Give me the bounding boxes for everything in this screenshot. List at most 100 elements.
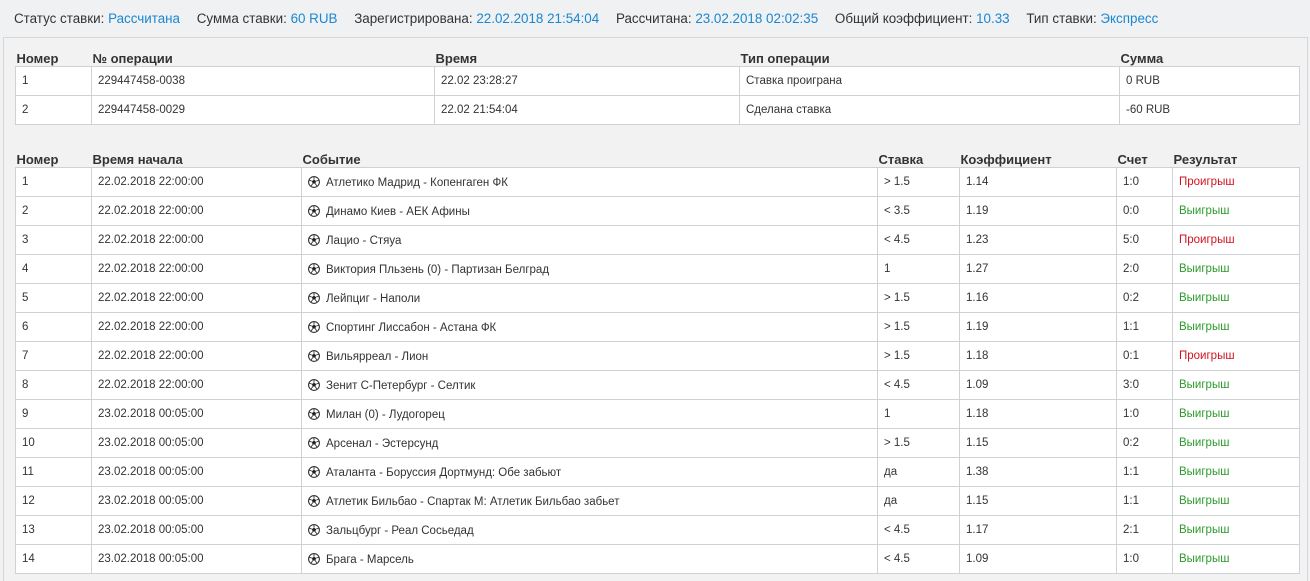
event-bet: > 1.5 bbox=[877, 283, 960, 313]
event-name: Зальцбург - Реал Сосьедад bbox=[301, 515, 878, 545]
op-time: 22.02 21:54:04 bbox=[434, 95, 740, 125]
event-name: Виктория Пльзень (0) - Партизан Белград bbox=[301, 254, 878, 284]
event-name: Лейпциг - Наполи bbox=[301, 283, 878, 313]
event-name: Вильярреал - Лион bbox=[301, 341, 878, 371]
operations-table: Номер № операции Время Тип операции Сумм… bbox=[15, 48, 1300, 125]
bet-settled: Рассчитана: 23.02.2018 02:02:35 bbox=[616, 11, 818, 26]
bet-total-odds-label: Общий коэффициент: bbox=[834, 11, 973, 26]
event-start-time: 22.02.2018 22:00:00 bbox=[91, 167, 302, 197]
event-result: Выигрыш bbox=[1172, 457, 1300, 487]
soccer-ball-icon bbox=[308, 465, 320, 478]
event-result: Выигрыш bbox=[1172, 370, 1300, 400]
event-odds: 1.17 bbox=[959, 515, 1117, 545]
events-col-score: Счет bbox=[1117, 152, 1148, 167]
event-start-time: 23.02.2018 00:05:00 bbox=[91, 515, 302, 545]
event-number: 7 bbox=[15, 341, 92, 371]
event-name: Брага - Марсель bbox=[301, 544, 878, 574]
operation-row: 2 229447458-0029 22.02 21:54:04 Сделана ста… bbox=[15, 95, 1300, 125]
op-type: Ставка проиграна bbox=[739, 66, 1120, 96]
event-result: Выигрыш bbox=[1172, 515, 1300, 545]
event-name: Зенит С-Петербург - Селтик bbox=[301, 370, 878, 400]
event-result: Выигрыш bbox=[1172, 312, 1300, 342]
event-bet: 1 bbox=[877, 399, 960, 429]
event-bet: > 1.5 bbox=[877, 341, 960, 371]
soccer-ball-icon bbox=[308, 523, 320, 536]
event-bet: < 4.5 bbox=[877, 544, 960, 574]
op-number: 2 bbox=[15, 95, 92, 125]
event-bet: < 3.5 bbox=[877, 196, 960, 226]
bet-details-panel: Номер № операции Время Тип операции Сумм… bbox=[3, 37, 1308, 581]
event-number: 10 bbox=[15, 428, 92, 458]
event-number: 6 bbox=[15, 312, 92, 342]
bet-type-label: Тип ставки: bbox=[1026, 11, 1097, 26]
event-number: 9 bbox=[15, 399, 92, 429]
event-number: 12 bbox=[15, 486, 92, 516]
event-bet: < 4.5 bbox=[877, 225, 960, 255]
event-start-time: 22.02.2018 22:00:00 bbox=[91, 283, 302, 313]
event-name: Аталанта - Боруссия Дортмунд: Обе забьют bbox=[301, 457, 878, 487]
event-result: Выигрыш bbox=[1172, 428, 1300, 458]
event-start-time: 22.02.2018 22:00:00 bbox=[91, 370, 302, 400]
event-result: Выигрыш bbox=[1172, 399, 1300, 429]
event-start-time: 23.02.2018 00:05:00 bbox=[91, 486, 302, 516]
event-score: 0:2 bbox=[1116, 428, 1173, 458]
op-sum: 0 RUB bbox=[1119, 66, 1300, 96]
event-name: Лацио - Стяуа bbox=[301, 225, 878, 255]
events-table: Номер Время начала Событие Ставка Коэффи… bbox=[15, 149, 1300, 574]
event-row: 1 22.02.2018 22:00:00 Атлетико Мадрид - Ко… bbox=[15, 167, 1300, 197]
event-row: 7 22.02.2018 22:00:00 Вильярреал - Лион > 1… bbox=[15, 341, 1300, 371]
event-odds: 1.15 bbox=[959, 428, 1117, 458]
event-name: Арсенал - Эстерсунд bbox=[301, 428, 878, 458]
events-col-result: Результат bbox=[1173, 152, 1238, 167]
event-odds: 1.19 bbox=[959, 196, 1117, 226]
event-bet: > 1.5 bbox=[877, 312, 960, 342]
event-odds: 1.14 bbox=[959, 167, 1117, 197]
event-result: Выигрыш bbox=[1172, 283, 1300, 313]
events-col-bet: Ставка bbox=[878, 152, 924, 167]
op-id: 229447458-0029 bbox=[91, 95, 435, 125]
event-row: 8 22.02.2018 22:00:00 Зенит С-Петербург - … bbox=[15, 370, 1300, 400]
event-score: 0:1 bbox=[1116, 341, 1173, 371]
bet-registered-value: 22.02.2018 21:54:04 bbox=[476, 11, 600, 26]
event-result: Выигрыш bbox=[1172, 254, 1300, 284]
event-odds: 1.09 bbox=[959, 544, 1117, 574]
event-odds: 1.15 bbox=[959, 486, 1117, 516]
op-type: Сделана ставка bbox=[739, 95, 1120, 125]
ops-col-time: Время bbox=[435, 51, 478, 66]
event-name-text: Атлетико Мадрид - Копенгаген ФК bbox=[326, 176, 508, 189]
op-sum: -60 RUB bbox=[1119, 95, 1300, 125]
event-score: 5:0 bbox=[1116, 225, 1173, 255]
soccer-ball-icon bbox=[308, 233, 320, 246]
event-odds: 1.16 bbox=[959, 283, 1117, 313]
event-name-text: Аталанта - Боруссия Дортмунд: Обе забьют bbox=[326, 466, 562, 479]
bet-total-odds: Общий коэффициент: 10.33 bbox=[835, 11, 1010, 26]
event-name: Атлетико Мадрид - Копенгаген ФК bbox=[301, 167, 878, 197]
ops-col-number: Номер bbox=[16, 51, 59, 66]
event-bet: < 4.5 bbox=[877, 370, 960, 400]
event-name: Спортинг Лиссабон - Астана ФК bbox=[301, 312, 878, 342]
event-score: 1:1 bbox=[1116, 312, 1173, 342]
event-row: 9 23.02.2018 00:05:00 Милан (0) - Лудогоре… bbox=[15, 399, 1300, 429]
event-bet: 1 bbox=[877, 254, 960, 284]
event-row: 11 23.02.2018 00:05:00 Аталанта - Боруссия… bbox=[15, 457, 1300, 487]
soccer-ball-icon bbox=[308, 204, 320, 217]
event-score: 0:0 bbox=[1116, 196, 1173, 226]
bet-settled-value: 23.02.2018 02:02:35 bbox=[695, 11, 819, 26]
event-row: 12 23.02.2018 00:05:00 Атлетик Бильбао - С… bbox=[15, 486, 1300, 516]
event-odds: 1.38 bbox=[959, 457, 1117, 487]
event-name-text: Лейпциг - Наполи bbox=[326, 292, 421, 305]
event-name-text: Милан (0) - Лудогорец bbox=[326, 408, 445, 421]
soccer-ball-icon bbox=[308, 262, 320, 275]
bet-amount-value: 60 RUB bbox=[290, 11, 338, 26]
event-row: 6 22.02.2018 22:00:00 Спортинг Лиссабон - … bbox=[15, 312, 1300, 342]
event-start-time: 23.02.2018 00:05:00 bbox=[91, 399, 302, 429]
bet-registered: Зарегистрирована: 22.02.2018 21:54:04 bbox=[354, 11, 599, 26]
events-col-event: Событие bbox=[302, 152, 361, 167]
event-odds: 1.18 bbox=[959, 341, 1117, 371]
event-number: 3 bbox=[15, 225, 92, 255]
op-id: 229447458-0038 bbox=[91, 66, 435, 96]
event-result: Проигрыш bbox=[1172, 167, 1300, 197]
event-number: 2 bbox=[15, 196, 92, 226]
bet-settled-label: Рассчитана: bbox=[615, 11, 692, 26]
event-bet: > 1.5 bbox=[877, 167, 960, 197]
